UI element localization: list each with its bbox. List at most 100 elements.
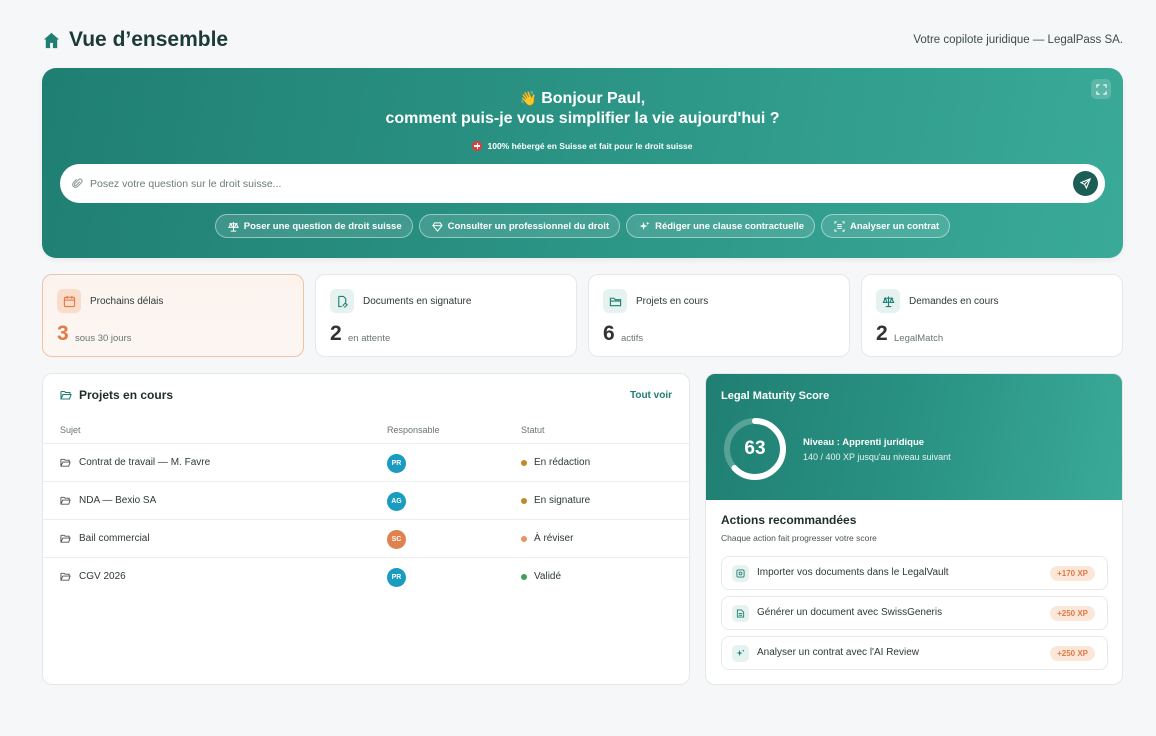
calendar-icon xyxy=(63,295,75,307)
stat-value: 2 xyxy=(876,322,888,345)
page-title: Vue d’ensemble xyxy=(42,28,228,52)
action-label: Générer un document avec SwissGeneris xyxy=(757,607,943,618)
scan-icon xyxy=(834,220,845,232)
column-header-owner: Responsable xyxy=(387,425,440,435)
search-input[interactable] xyxy=(90,177,1050,190)
avatar: PR xyxy=(387,454,406,473)
status-dot xyxy=(521,573,527,580)
row-subject-text: Bail commercial xyxy=(79,533,150,544)
action-label: Analyser un contrat avec l'AI Review xyxy=(757,647,919,658)
sparkle-icon xyxy=(639,220,650,230)
xp-badge: +250 XP xyxy=(1050,646,1095,661)
score-value: 63 xyxy=(744,438,766,459)
chip-consult-pro[interactable]: Consulter un professionnel du droit xyxy=(418,214,621,238)
row-subject: CGV 2026 xyxy=(60,571,126,582)
row-subject-text: CGV 2026 xyxy=(79,571,126,582)
paperclip-icon[interactable] xyxy=(72,178,83,189)
stat-icon-box xyxy=(876,289,900,313)
maturity-score-card: Legal Maturity Score 63 Niveau : Apprent… xyxy=(706,374,1122,500)
folder-icon xyxy=(60,458,71,467)
signature-icon xyxy=(337,295,348,308)
action-icon-box xyxy=(732,645,749,662)
stat-sub: sous 30 jours xyxy=(75,333,132,344)
status-text: En signature xyxy=(534,495,591,506)
status-dot xyxy=(521,497,527,504)
avatar: PR xyxy=(387,568,406,587)
greeting-line-2: comment puis-je vous simplifier la vie a… xyxy=(385,110,780,127)
see-all-link[interactable]: Tout voir xyxy=(630,390,672,401)
stat-label: Demandes en cours xyxy=(909,296,999,307)
score-progress: 140 / 400 XP jusqu'au niveau suivant xyxy=(803,452,951,462)
stat-label: Projets en cours xyxy=(636,296,709,307)
folder-icon xyxy=(60,496,71,505)
row-subject: Contrat de travail — M. Favre xyxy=(60,457,210,468)
avatar: SC xyxy=(387,530,406,549)
chip-ask-question[interactable]: Poser une question de droit suisse xyxy=(214,214,413,238)
stat-icon-box xyxy=(330,289,354,313)
wave-icon: 👋 xyxy=(519,90,538,106)
table-row[interactable]: NDA — Bexio SA AG En signature xyxy=(43,482,689,520)
send-button[interactable] xyxy=(1073,171,1098,196)
greeting-line-1: Bonjour Paul, xyxy=(541,90,646,107)
action-icon-box xyxy=(732,565,749,582)
stat-value: 6 xyxy=(603,322,615,345)
stat-value: 3 xyxy=(57,322,69,345)
folder-icon xyxy=(60,572,71,581)
actions-title: Actions recommandées xyxy=(721,513,857,527)
avatar: AG xyxy=(387,492,406,511)
column-header-status: Statut xyxy=(521,425,545,435)
search-bar xyxy=(60,164,1105,203)
status-dot xyxy=(521,459,527,466)
chip-label: Analyser un contrat xyxy=(850,220,940,232)
table-header: Sujet Responsable Statut xyxy=(43,418,689,444)
chip-draft-clause[interactable]: Rédiger une clause contractuelle xyxy=(626,214,815,238)
stat-sub: LegalMatch xyxy=(894,333,944,344)
top-bar: Vue d’ensemble Votre copilote juridique … xyxy=(42,26,1123,54)
status-text: En rédaction xyxy=(534,457,591,468)
xp-badge: +170 XP xyxy=(1050,566,1095,581)
table-row[interactable]: Contrat de travail — M. Favre PR En rédact… xyxy=(43,444,689,482)
action-ai-review[interactable]: Analyser un contrat avec l'AI Review +25… xyxy=(721,636,1108,670)
stat-icon-box xyxy=(603,289,627,313)
folder-open-icon xyxy=(60,390,72,400)
action-import-vault[interactable]: Importer vos documents dans le LegalVaul… xyxy=(721,556,1108,590)
scale-icon xyxy=(227,221,239,232)
send-icon xyxy=(1080,178,1091,189)
hosted-badge: 100% hébergé en Suisse et fait pour le d… xyxy=(42,141,1123,151)
status-badge: Validé xyxy=(521,571,561,582)
stat-card-signature[interactable]: Documents en signature 2 en attente xyxy=(315,274,577,357)
row-subject: Bail commercial xyxy=(60,533,150,544)
sparkle-icon xyxy=(736,649,745,657)
stat-value: 2 xyxy=(330,322,342,345)
column-header-subject: Sujet xyxy=(60,425,81,435)
status-badge: À réviser xyxy=(521,533,573,544)
row-subject: NDA — Bexio SA xyxy=(60,495,156,506)
folder-icon xyxy=(60,534,71,543)
actions-subtitle: Chaque action fait progresser votre scor… xyxy=(721,533,877,543)
status-dot xyxy=(521,535,527,542)
chip-label: Rédiger une clause contractuelle xyxy=(655,220,804,232)
stat-label: Documents en signature xyxy=(363,296,472,307)
maturity-title: Legal Maturity Score xyxy=(721,390,830,402)
quick-actions: Poser une question de droit suisse Consu… xyxy=(42,214,1123,238)
stat-card-deadlines[interactable]: Prochains délais 3 sous 30 jours xyxy=(42,274,304,357)
status-text: Validé xyxy=(534,571,562,582)
diamond-icon xyxy=(431,221,443,232)
status-text: À réviser xyxy=(534,533,574,544)
projects-header: Projets en cours xyxy=(60,388,173,402)
chip-label: Poser une question de droit suisse xyxy=(243,220,402,232)
hosted-text: 100% hébergé en Suisse et fait pour le d… xyxy=(487,141,693,151)
action-icon-box xyxy=(732,605,749,622)
score-level: Niveau : Apprenti juridique xyxy=(803,437,925,448)
stat-sub: actifs xyxy=(621,333,644,344)
table-row[interactable]: Bail commercial SC À réviser xyxy=(43,520,689,558)
projects-panel: Projets en cours Tout voir Sujet Respons… xyxy=(42,373,690,685)
stat-card-requests[interactable]: Demandes en cours 2 LegalMatch xyxy=(861,274,1123,357)
action-generate-document[interactable]: Générer un document avec SwissGeneris +2… xyxy=(721,596,1108,630)
status-badge: En signature xyxy=(521,495,590,506)
home-icon xyxy=(43,32,60,48)
chip-analyze-contract[interactable]: Analyser un contrat xyxy=(821,214,951,238)
tagline: Votre copilote juridique — LegalPass SA. xyxy=(913,34,1123,46)
table-row[interactable]: CGV 2026 PR Validé xyxy=(43,558,689,596)
stat-card-projects[interactable]: Projets en cours 6 actifs xyxy=(588,274,850,357)
